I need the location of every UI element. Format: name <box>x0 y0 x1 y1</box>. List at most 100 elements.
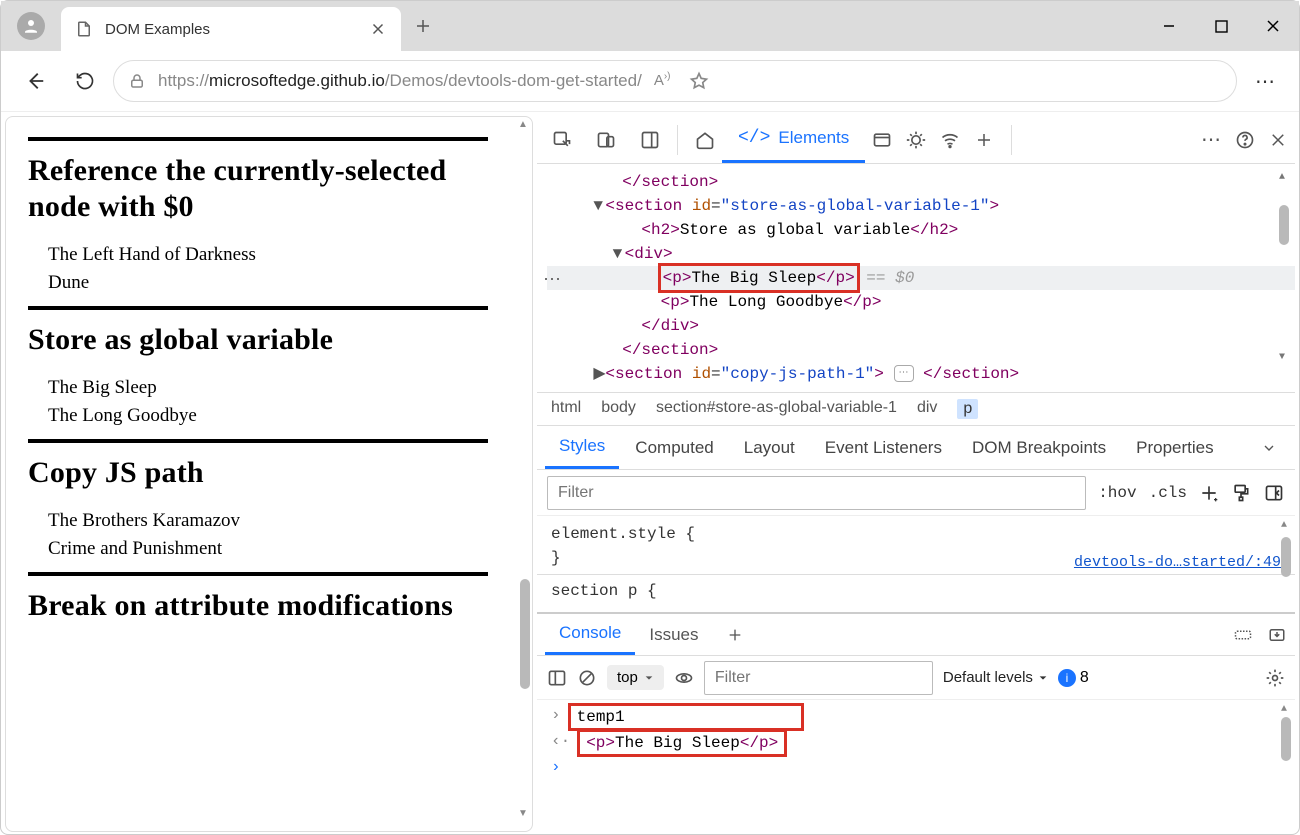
arrow-left-icon <box>24 70 46 92</box>
console-prompt-row[interactable]: › <box>551 756 1281 778</box>
dom-tree[interactable]: </section> ▼<section id="store-as-global… <box>537 164 1295 392</box>
ruler-icon[interactable] <box>1233 626 1253 644</box>
tab-dom-breakpoints[interactable]: DOM Breakpoints <box>958 426 1120 469</box>
url-text: https://microsoftedge.github.io/Demos/de… <box>158 71 642 91</box>
tab-event-listeners[interactable]: Event Listeners <box>811 426 956 469</box>
wifi-icon <box>940 130 960 150</box>
console-input-text: temp1 <box>577 708 625 726</box>
download-icon[interactable] <box>1267 626 1287 644</box>
new-style-rule-icon[interactable] <box>1199 483 1219 503</box>
browser-toolbar: https://microsoftedge.github.io/Demos/de… <box>1 51 1299 111</box>
close-window-button[interactable] <box>1247 1 1299 51</box>
section-heading: Copy JS path <box>28 455 510 491</box>
dom-scrollbar[interactable]: ▲▼ <box>1279 170 1291 245</box>
browser-tab[interactable]: DOM Examples <box>61 7 401 51</box>
list-item[interactable]: The Brothers Karamazov <box>48 507 510 535</box>
paint-icon[interactable] <box>1231 483 1251 503</box>
chevron-right-icon: › <box>551 706 561 724</box>
favorite-icon[interactable] <box>689 71 709 91</box>
more-tabs-button[interactable] <box>967 123 1001 157</box>
dock-side-button[interactable] <box>633 123 667 157</box>
back-button[interactable] <box>13 59 57 103</box>
console-output[interactable]: › temp1 ‹· <p>The Big Sleep</p> › ▲ <box>537 700 1295 782</box>
chevron-right-icon: › <box>551 758 561 776</box>
console-settings-icon[interactable] <box>1265 668 1285 688</box>
section-list: The Brothers Karamazov Crime and Punishm… <box>28 507 510 562</box>
profile-button[interactable] <box>1 1 61 51</box>
issues-count: 8 <box>1080 669 1089 687</box>
live-expression-icon[interactable] <box>674 668 694 688</box>
styles-tabs: Styles Computed Layout Event Listeners D… <box>537 426 1295 470</box>
console-levels-selector[interactable]: Default levels <box>943 669 1048 686</box>
main-area: Reference the currently-selected node wi… <box>1 111 1299 835</box>
styles-rules[interactable]: element.style { } section p { devtools-d… <box>537 516 1295 612</box>
tab-styles[interactable]: Styles <box>545 426 619 469</box>
list-item[interactable]: The Long Goodbye <box>48 402 510 430</box>
window-title-bar: DOM Examples <box>1 1 1299 51</box>
issues-badge[interactable]: i 8 <box>1058 669 1089 687</box>
network-tab-button[interactable] <box>933 123 967 157</box>
crumb-item[interactable]: section#store-as-global-variable-1 <box>656 399 897 419</box>
drawer-tabs: Console Issues <box>537 614 1295 656</box>
read-aloud-icon[interactable]: A›) <box>654 71 671 91</box>
help-icon[interactable] <box>1235 130 1255 150</box>
cls-toggle[interactable]: .cls <box>1149 484 1187 502</box>
crumb-item[interactable]: div <box>917 399 937 419</box>
style-source-link[interactable]: devtools-do…started/:49 <box>1074 552 1281 575</box>
tab-computed[interactable]: Computed <box>621 426 727 469</box>
new-tab-button[interactable] <box>401 1 445 51</box>
console-filter-input[interactable] <box>704 661 933 695</box>
crumb-item[interactable]: html <box>551 399 581 419</box>
chevron-down-icon <box>1038 673 1048 683</box>
settings-menu-button[interactable]: ⋯ <box>1243 69 1287 94</box>
devtools-drawer: Console Issues top Default levels <box>537 612 1295 782</box>
computed-sidebar-icon[interactable] <box>1263 483 1285 503</box>
clear-console-icon[interactable] <box>577 668 597 688</box>
minimize-icon <box>1162 19 1176 33</box>
maximize-icon <box>1215 20 1228 33</box>
tab-properties[interactable]: Properties <box>1122 426 1227 469</box>
section-list: The Big Sleep The Long Goodbye <box>28 374 510 429</box>
console-scrollbar[interactable]: ▲ <box>1281 704 1291 761</box>
section-divider <box>28 306 488 310</box>
console-sidebar-icon[interactable] <box>547 668 567 688</box>
add-drawer-tab-button[interactable] <box>713 614 757 655</box>
inspect-element-button[interactable] <box>545 123 579 157</box>
more-styles-tabs-button[interactable] <box>1251 440 1287 456</box>
list-item[interactable]: The Big Sleep <box>48 374 510 402</box>
tab-layout[interactable]: Layout <box>730 426 809 469</box>
welcome-tab[interactable] <box>688 123 722 157</box>
maximize-button[interactable] <box>1195 1 1247 51</box>
sources-tab-button[interactable] <box>899 123 933 157</box>
crumb-item-selected[interactable]: p <box>957 399 978 419</box>
list-item[interactable]: Dune <box>48 269 510 297</box>
scroll-thumb[interactable] <box>520 579 530 689</box>
close-devtools-icon[interactable] <box>1269 131 1287 149</box>
application-tab-button[interactable] <box>865 123 899 157</box>
tab-issues[interactable]: Issues <box>635 614 712 655</box>
list-item[interactable]: The Left Hand of Darkness <box>48 241 510 269</box>
refresh-button[interactable] <box>63 59 107 103</box>
console-input-row: › temp1 <box>551 704 1281 730</box>
dom-breadcrumb[interactable]: html body section#store-as-global-variab… <box>537 392 1295 426</box>
address-bar[interactable]: https://microsoftedge.github.io/Demos/de… <box>113 60 1237 102</box>
tab-console[interactable]: Console <box>545 614 635 655</box>
page-scrollbar[interactable]: ▲ ▼ <box>516 119 530 819</box>
section-divider <box>28 439 488 443</box>
window-controls <box>1143 1 1299 51</box>
device-emulation-button[interactable] <box>589 123 623 157</box>
styles-filter-input[interactable] <box>547 476 1086 510</box>
console-context-selector[interactable]: top <box>607 665 664 690</box>
more-tools-button[interactable]: ⋯ <box>1201 127 1221 152</box>
styles-scrollbar[interactable]: ▲ <box>1281 518 1293 610</box>
list-item[interactable]: Crime and Punishment <box>48 535 510 563</box>
section-list: The Left Hand of Darkness Dune <box>28 241 510 296</box>
lock-icon <box>128 72 146 90</box>
close-tab-icon[interactable] <box>369 20 387 38</box>
plus-icon <box>414 17 432 35</box>
elements-tab[interactable]: </> Elements <box>722 117 865 163</box>
crumb-item[interactable]: body <box>601 399 636 419</box>
hov-toggle[interactable]: :hov <box>1098 484 1136 502</box>
dom-selected-node[interactable]: <p>The Big Sleep</p> == $0 <box>547 266 1295 290</box>
minimize-button[interactable] <box>1143 1 1195 51</box>
